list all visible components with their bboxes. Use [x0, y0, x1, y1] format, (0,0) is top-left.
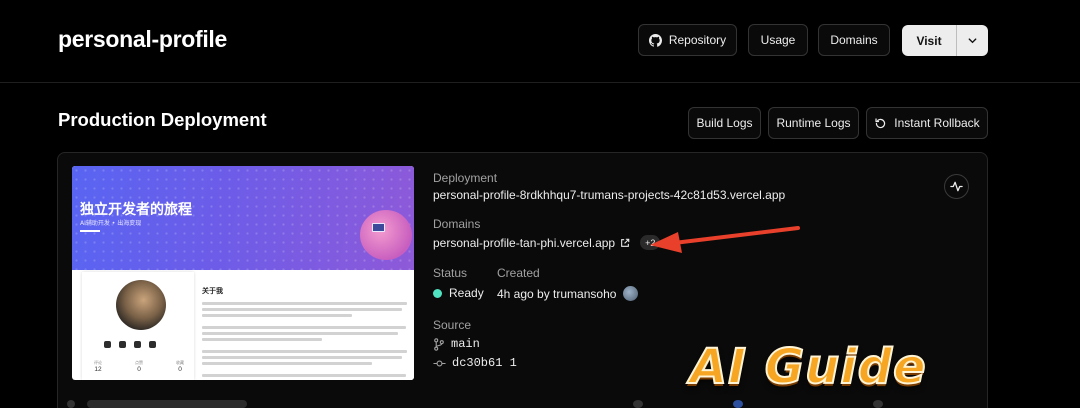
github-icon	[648, 33, 662, 47]
rollback-icon	[875, 117, 886, 128]
preview-hero-title: 独立开发者的旅程	[80, 202, 192, 218]
preview-about-section: 关于我	[202, 272, 414, 380]
chevron-right-icon	[67, 400, 75, 408]
chevron-down-icon	[968, 38, 977, 44]
repository-button[interactable]: Repository	[638, 24, 737, 56]
preview-hero-divider	[80, 230, 100, 232]
stat-value: 0	[178, 366, 182, 373]
source-label: Source	[433, 318, 472, 332]
preview-avatar	[116, 280, 166, 330]
usage-label: Usage	[760, 33, 796, 47]
section-heading-partial	[87, 400, 247, 408]
stat-value: 0	[137, 366, 141, 373]
preview-stat: 点赞 0	[135, 360, 143, 373]
text-line	[202, 350, 407, 353]
created-value: 4h ago by trumansoho	[497, 286, 639, 301]
build-logs-label: Build Logs	[696, 116, 753, 130]
twitter-icon	[104, 341, 111, 348]
status-label: Status	[433, 266, 468, 280]
preview-social-icons	[104, 341, 156, 348]
external-link-icon	[621, 238, 630, 247]
preview-stat: 评论 12	[94, 360, 102, 373]
visit-button[interactable]: Visit	[902, 25, 956, 56]
user-avatar[interactable]	[623, 286, 639, 301]
instant-rollback-label: Instant Rollback	[894, 116, 980, 130]
preview-about-title: 关于我	[202, 287, 223, 295]
mail-icon	[149, 341, 156, 348]
status-text: Ready	[449, 286, 484, 300]
text-line	[202, 338, 322, 341]
text-line	[202, 374, 406, 377]
usage-button[interactable]: Usage	[748, 24, 808, 56]
runtime-logs-button[interactable]: Runtime Logs	[768, 107, 859, 139]
github-icon	[119, 341, 126, 348]
activity-button[interactable]	[944, 174, 969, 199]
commit-hash: dc30b61 1	[452, 356, 517, 370]
text-line	[202, 314, 352, 317]
deployment-preview[interactable]: 独立开发者的旅程 AI辅助开发 • 出海变现 评论 12 点赞 0 收藏 0 关…	[72, 166, 414, 380]
laptop-icon	[372, 223, 385, 232]
preview-stat: 收藏 0	[176, 360, 184, 373]
git-commit-icon	[433, 360, 446, 366]
domain-url-link[interactable]: personal-profile-tan-phi.vercel.app	[433, 236, 615, 250]
annotation-arrow-icon	[650, 226, 800, 253]
text-line	[202, 308, 402, 311]
status-icon	[633, 400, 643, 408]
status-icon	[873, 400, 883, 408]
status-dot-icon	[433, 288, 442, 298]
text-line	[202, 356, 402, 359]
domains-button[interactable]: Domains	[818, 24, 890, 56]
runtime-logs-label: Runtime Logs	[776, 116, 851, 130]
domains-label: Domains	[433, 217, 481, 231]
text-line	[202, 326, 406, 329]
project-title: personal-profile	[58, 26, 228, 52]
project-header: personal-profile Repository Usage Domain…	[0, 0, 1080, 83]
preview-profile-card: 评论 12 点赞 0 收藏 0	[82, 272, 194, 380]
instant-rollback-button[interactable]: Instant Rollback	[866, 107, 988, 139]
branch-name: main	[451, 337, 480, 351]
deployment-configuration-row	[57, 396, 988, 408]
section-title: Production Deployment	[58, 109, 267, 130]
git-branch-icon	[434, 337, 444, 351]
deployment-url-link[interactable]: personal-profile-8rdkhhqu7-trumans-proje…	[433, 188, 785, 202]
visit-dropdown-toggle[interactable]	[956, 25, 988, 56]
preview-stats: 评论 12 点赞 0 收藏 0	[94, 360, 184, 373]
repository-label: Repository	[668, 33, 727, 47]
domains-label: Domains	[830, 33, 878, 47]
created-label: Created	[497, 266, 540, 280]
text-line	[202, 302, 407, 305]
link-icon	[134, 341, 141, 348]
source-commit[interactable]: dc30b61 1	[433, 356, 517, 370]
preview-illustration	[360, 210, 412, 260]
status-value: Ready	[433, 286, 484, 300]
visit-split-button: Visit	[902, 25, 988, 56]
text-line	[202, 332, 398, 335]
activity-icon	[950, 181, 963, 192]
text-line	[202, 362, 372, 365]
source-branch[interactable]: main	[433, 337, 480, 351]
watermark-logo: AI Guide	[689, 339, 927, 395]
created-text: 4h ago by trumansoho	[497, 286, 617, 301]
deployment-label: Deployment	[433, 171, 498, 185]
preview-hero-subtitle: AI辅助开发 • 出海变现	[80, 220, 142, 227]
build-logs-button[interactable]: Build Logs	[688, 107, 761, 139]
domain-row: personal-profile-tan-phi.vercel.app +2	[433, 235, 661, 250]
status-icon	[733, 400, 743, 408]
stat-value: 12	[94, 366, 102, 373]
